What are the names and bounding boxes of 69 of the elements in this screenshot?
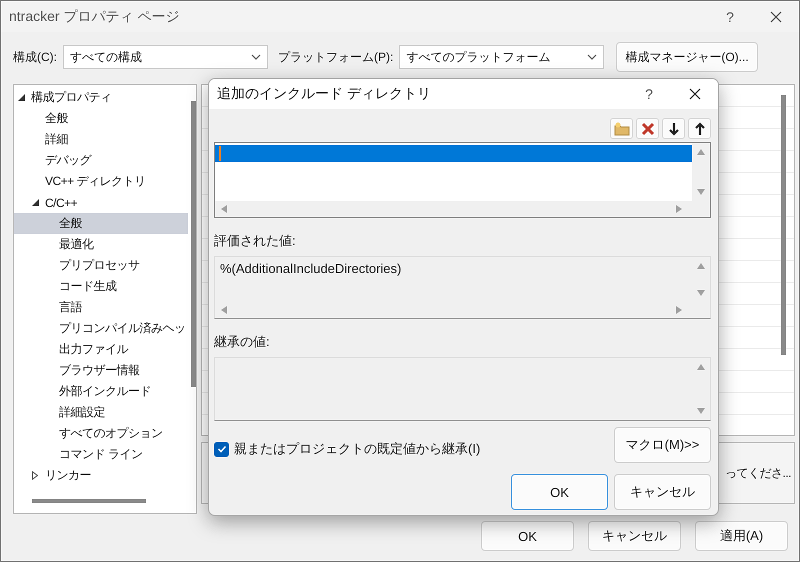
tree-item[interactable]: ブラウザー情報	[14, 360, 188, 381]
expanded-icon[interactable]	[18, 94, 25, 101]
checkmark-icon	[216, 444, 226, 454]
scroll-up-icon[interactable]	[697, 364, 705, 370]
folder-icon	[614, 122, 630, 136]
tree-item[interactable]: コード生成	[14, 276, 188, 297]
chevron-down-icon	[251, 54, 261, 60]
scroll-left-icon[interactable]	[221, 306, 227, 314]
dialog-button[interactable]: OK	[511, 474, 608, 510]
arrow-down-icon	[668, 122, 680, 136]
scroll-right-icon[interactable]	[676, 205, 682, 213]
configuration-label: 構成(C):	[13, 48, 57, 66]
tree-item[interactable]: プリコンパイル済みヘッ	[14, 318, 188, 339]
scroll-down-icon[interactable]	[697, 189, 705, 195]
tree-item[interactable]: 言語	[14, 297, 188, 318]
configuration-manager-button[interactable]: 構成マネージャー(O)...	[616, 42, 758, 72]
scroll-left-icon[interactable]	[221, 205, 227, 213]
platform-label: プラットフォーム(P):	[278, 48, 394, 66]
tree-item[interactable]: 最適化	[14, 234, 188, 255]
scroll-up-icon[interactable]	[697, 263, 705, 269]
section-label: 継承の値:	[214, 333, 271, 351]
dialog-button[interactable]: キャンセル	[614, 474, 711, 510]
help-button[interactable]: ?	[626, 79, 672, 109]
section-label: 評価された値:	[214, 232, 297, 250]
tree-item[interactable]: 全般	[14, 108, 188, 129]
macro-button[interactable]: マクロ(M)>>	[614, 427, 711, 463]
description-text: ってくださ...	[724, 464, 791, 482]
tree-item[interactable]: 外部インクルード	[14, 381, 188, 402]
configuration-dropdown[interactable]: すべての構成	[63, 45, 268, 69]
tree-item[interactable]: VC++ ディレクトリ	[14, 171, 188, 192]
dialog-title: 追加のインクルード ディレクトリ	[217, 85, 432, 103]
platform-dropdown[interactable]: すべてのプラットフォーム	[399, 45, 604, 69]
checkbox[interactable]	[214, 442, 229, 456]
tree-item[interactable]: すべてのオプション	[14, 423, 188, 444]
dialog-button[interactable]: 適用(A)	[695, 521, 788, 551]
scroll-down-icon[interactable]	[697, 408, 705, 414]
window-title: ntracker プロパティ ページ	[9, 8, 180, 26]
collapsed-icon[interactable]	[32, 471, 38, 480]
tree-item[interactable]: 全般	[14, 213, 188, 234]
scroll-down-icon[interactable]	[697, 290, 705, 296]
tree-item[interactable]: C/C++	[14, 192, 188, 213]
chevron-down-icon	[587, 54, 598, 60]
tree-item[interactable]: プリプロセッサ	[14, 255, 188, 276]
scrollbar-thumb[interactable]	[781, 95, 786, 355]
tree-item[interactable]: リンカー	[14, 465, 188, 486]
dialog-button[interactable]: キャンセル	[588, 521, 681, 551]
close-icon	[770, 10, 782, 22]
tree-item[interactable]: 詳細	[14, 129, 188, 150]
close-icon	[689, 88, 701, 100]
help-button[interactable]: ?	[707, 2, 753, 32]
scroll-right-icon[interactable]	[676, 306, 682, 314]
inherit-checkbox[interactable]: 親またはプロジェクトの既定値から継承(I)	[214, 440, 480, 458]
expanded-icon[interactable]	[32, 199, 39, 206]
move-up-button[interactable]	[688, 118, 711, 139]
move-down-button[interactable]	[662, 118, 685, 139]
evaluated-value: %(AdditionalIncludeDirectories)	[219, 260, 402, 278]
tree-item[interactable]: 構成プロパティ	[14, 87, 188, 108]
tree-item[interactable]: デバッグ	[14, 150, 188, 171]
delete-button[interactable]	[636, 118, 659, 139]
new-folder-button[interactable]	[610, 118, 633, 139]
delete-icon	[640, 122, 654, 136]
scrollbar-thumb[interactable]	[32, 499, 146, 503]
tree-item[interactable]: コマンド ライン	[14, 444, 188, 465]
tree-item[interactable]: 詳細設定	[14, 402, 188, 423]
scroll-up-icon[interactable]	[697, 149, 705, 155]
scrollbar-thumb[interactable]	[191, 101, 196, 387]
dialog-button[interactable]: OK	[481, 521, 574, 551]
tree-item[interactable]: 出力ファイル	[14, 339, 188, 360]
arrow-up-icon	[694, 122, 706, 136]
